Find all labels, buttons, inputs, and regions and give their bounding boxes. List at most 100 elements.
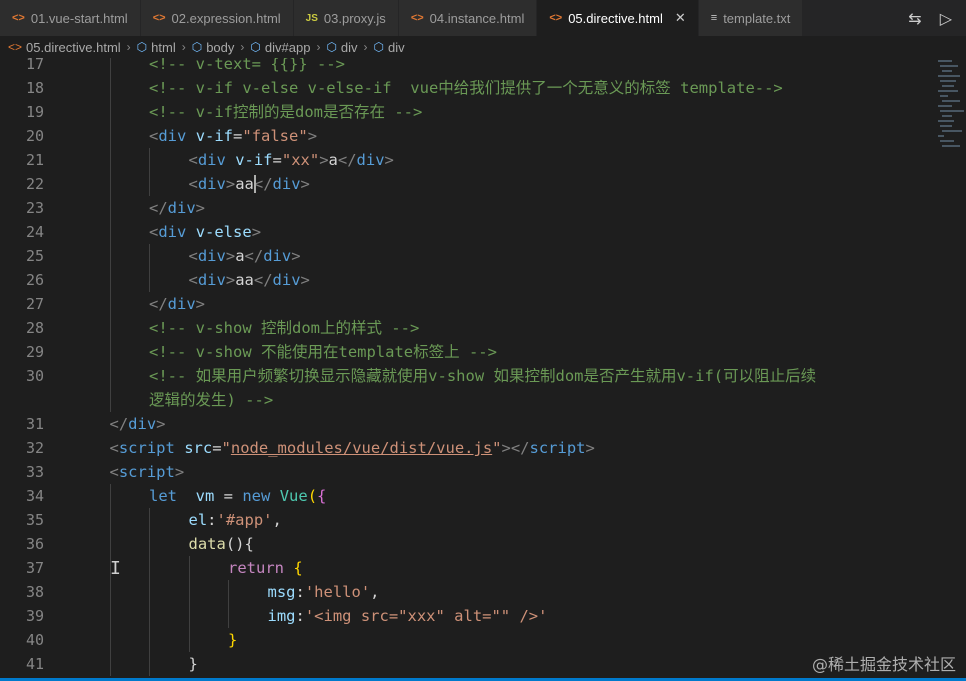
code-token: >	[300, 271, 310, 289]
code-line[interactable]: return {	[228, 556, 303, 580]
minimap-line	[940, 80, 956, 82]
code-line[interactable]: <!-- v-if v-else v-else-if vue中给我们提供了一个无…	[149, 76, 783, 100]
breadcrumb-item[interactable]: ⬡ div	[326, 40, 357, 55]
code-line[interactable]: <div>aa</div>	[189, 172, 310, 196]
code-line[interactable]: el:'#app',	[189, 508, 282, 532]
code-token: script	[529, 439, 586, 457]
minimap-line	[938, 75, 960, 77]
indent-guide	[109, 268, 111, 292]
code-line[interactable]: <!-- 如果用户频繁切换显示隐藏就使用v-show 如果控制dom是否产生就用…	[149, 364, 816, 388]
tab-template-txt[interactable]: ≡ template.txt	[698, 0, 804, 36]
tab-05-directive-html[interactable]: <> 05.directive.html ✕	[537, 0, 699, 36]
code-token: :	[295, 607, 305, 625]
code-area[interactable]: <!-- v-text= {{}} --> <!-- v-if v-else v-…	[70, 58, 930, 678]
run-icon[interactable]: ▷	[940, 9, 952, 28]
tab-04-instance-html[interactable]: <> 04.instance.html	[398, 0, 538, 36]
minimap[interactable]	[936, 58, 966, 158]
indent-guide	[109, 388, 111, 412]
indent-guide	[109, 244, 111, 268]
code-token: <	[109, 439, 119, 457]
code-line[interactable]: <script src="node_modules/vue/dist/vue.j…	[110, 436, 595, 460]
code-token: img	[267, 607, 296, 625]
breadcrumb-item[interactable]: ⬡ html	[137, 40, 176, 55]
code-line[interactable]: let vm = new Vue({	[149, 484, 326, 508]
breadcrumb-label: div#app	[264, 39, 311, 55]
code-token: aa	[235, 271, 254, 289]
line-number: 17	[25, 58, 44, 73]
line-number: 28	[25, 319, 44, 337]
code-token: v-if	[195, 127, 234, 145]
tab-03-proxy-js[interactable]: JS 03.proxy.js	[293, 0, 399, 36]
code-token: =	[212, 439, 222, 457]
code-line[interactable]: </div>	[149, 292, 205, 316]
code-token: '<img src="xxx" alt="" />'	[304, 607, 548, 625]
code-token: {	[317, 487, 327, 505]
breadcrumb: <> 05.directive.html › ⬡ html › ⬡ body › ⬡ div#app…	[0, 36, 966, 58]
code-token: <	[188, 175, 198, 193]
code-line[interactable]: <!-- v-if控制的是dom是否存在 -->	[149, 100, 422, 124]
code-line[interactable]: msg:'hello',	[268, 580, 380, 604]
indent-guide	[228, 580, 229, 604]
code-token: <	[149, 127, 159, 145]
breadcrumb-item[interactable]: ⬡ div	[374, 40, 405, 55]
code-token: div	[158, 223, 187, 241]
code-line[interactable]: <div>aa</div>	[189, 268, 310, 292]
code-token: </	[253, 175, 273, 193]
code-line[interactable]: <div v-if="false">	[149, 124, 317, 148]
code-editor[interactable]: 17 18 19 20 21 22 23 24 25 26 27 28 29 30 31 32 33 34 35 36…	[0, 58, 966, 678]
code-line[interactable]: </div>	[149, 196, 205, 220]
code-token: </	[337, 151, 357, 169]
chevron-right-icon: ›	[181, 40, 186, 54]
code-token: =	[214, 487, 243, 505]
minimap-line	[938, 105, 952, 107]
code-line[interactable]: data(){	[189, 532, 254, 556]
code-line[interactable]: <script>	[110, 460, 185, 484]
element-icon: ⬡	[191, 40, 203, 54]
indent-guide	[109, 484, 111, 508]
tab-01-vue-start-html[interactable]: <> 01.vue-start.html	[0, 0, 141, 36]
code-line[interactable]: }	[189, 652, 198, 676]
breadcrumb-item[interactable]: ⬡ div#app	[250, 40, 310, 55]
code-token: :	[295, 583, 305, 601]
code-line[interactable]: <div v-if="xx">a</div>	[189, 148, 394, 172]
minimap-line	[940, 110, 964, 112]
tab-02-expression-html[interactable]: <> 02.expression.html	[140, 0, 294, 36]
code-token: el	[188, 511, 208, 529]
indent-guide	[188, 556, 190, 580]
indent-guide	[149, 604, 150, 628]
indent-guide	[149, 268, 150, 292]
breadcrumb-item[interactable]: <> 05.directive.html	[8, 40, 121, 55]
code-line[interactable]: 逻辑的发生) -->	[149, 388, 273, 412]
code-line[interactable]: <div>a</div>	[189, 244, 301, 268]
code-line[interactable]: <div v-else>	[149, 220, 261, 244]
compare-icon[interactable]: ⇆	[908, 9, 921, 28]
code-token: <!-- 如果用户频繁切换显示隐藏就使用v-show 如果控制dom是否产生就用…	[149, 367, 817, 385]
code-line[interactable]: <!-- v-text= {{}} -->	[149, 58, 345, 76]
code-line[interactable]: <!-- v-show 不能使用在template标签上 -->	[149, 340, 497, 364]
code-token: return	[228, 559, 284, 577]
minimap-line	[942, 145, 960, 147]
code-token: </	[253, 271, 273, 289]
minimap-line	[942, 115, 952, 117]
breadcrumb-label: html	[151, 39, 176, 55]
code-token: </	[244, 247, 264, 265]
code-token: {	[293, 559, 303, 577]
minimap-line	[938, 90, 958, 92]
code-token: div	[128, 415, 157, 433]
indent-guide	[188, 604, 190, 628]
code-token: script	[118, 439, 175, 457]
line-number: 31	[25, 415, 44, 433]
watermark: @稀土掘金技术社区	[811, 655, 956, 674]
code-token: >	[174, 463, 185, 481]
code-line[interactable]: <!-- v-show 控制dom上的样式 -->	[149, 316, 419, 340]
code-token: "	[492, 439, 502, 457]
code-line[interactable]: </div>	[110, 412, 166, 436]
code-line[interactable]: }	[228, 628, 237, 652]
close-icon[interactable]: ✕	[675, 10, 686, 26]
code-line[interactable]: img:'<img src="xxx" alt="" />'	[268, 604, 548, 628]
indent-guide	[109, 58, 111, 76]
breadcrumb-item[interactable]: ⬡ body	[192, 40, 235, 55]
